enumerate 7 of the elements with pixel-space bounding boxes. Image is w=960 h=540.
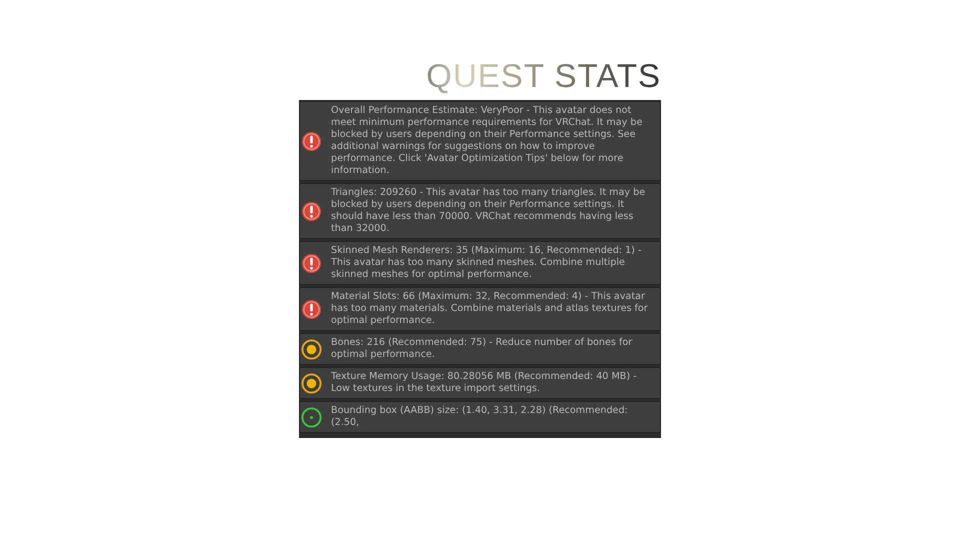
message-text: Material Slots: 66 (Maximum: 32, Recommended: 4) - This avatar has too many materials. Combine materials and atlas textures for optimal performance. [331,291,649,327]
message-text: Bones: 216 (Recommended: 75) - Reduce number of bones for optimal performance. [331,337,634,361]
message-text: Triangles: 209260 - This avatar has too many triangles. It may be blocked by users depending on their Performance settings. It should have less than 70000. VRChat recommends having less than 32000. [331,187,646,235]
message-text: Texture Memory Usage: 80.28056 MB (Recommended: 40 MB) - Low textures in the texture import settings. [331,371,638,395]
message-text: Overall Performance Estimate: VeryPoor - This avatar does not meet minimum performance requirements for VRChat. It may be blocked by users depending on their Performance settings. See additional warnings for suggestions on how to improve performance. Click 'Avatar Optimization Tips' below for more information. [331,105,644,177]
message-text: Bounding box (AABB) size: (1.40, 3.31, 2.28) (Recommended: (2.50, [331,405,629,429]
message-text: Skinned Mesh Renderers: 35 (Maximum: 16, Recommended: 1) - This avatar has too many skinned meshes. Combine multiple skinned meshes for optimal performance. [331,245,642,281]
